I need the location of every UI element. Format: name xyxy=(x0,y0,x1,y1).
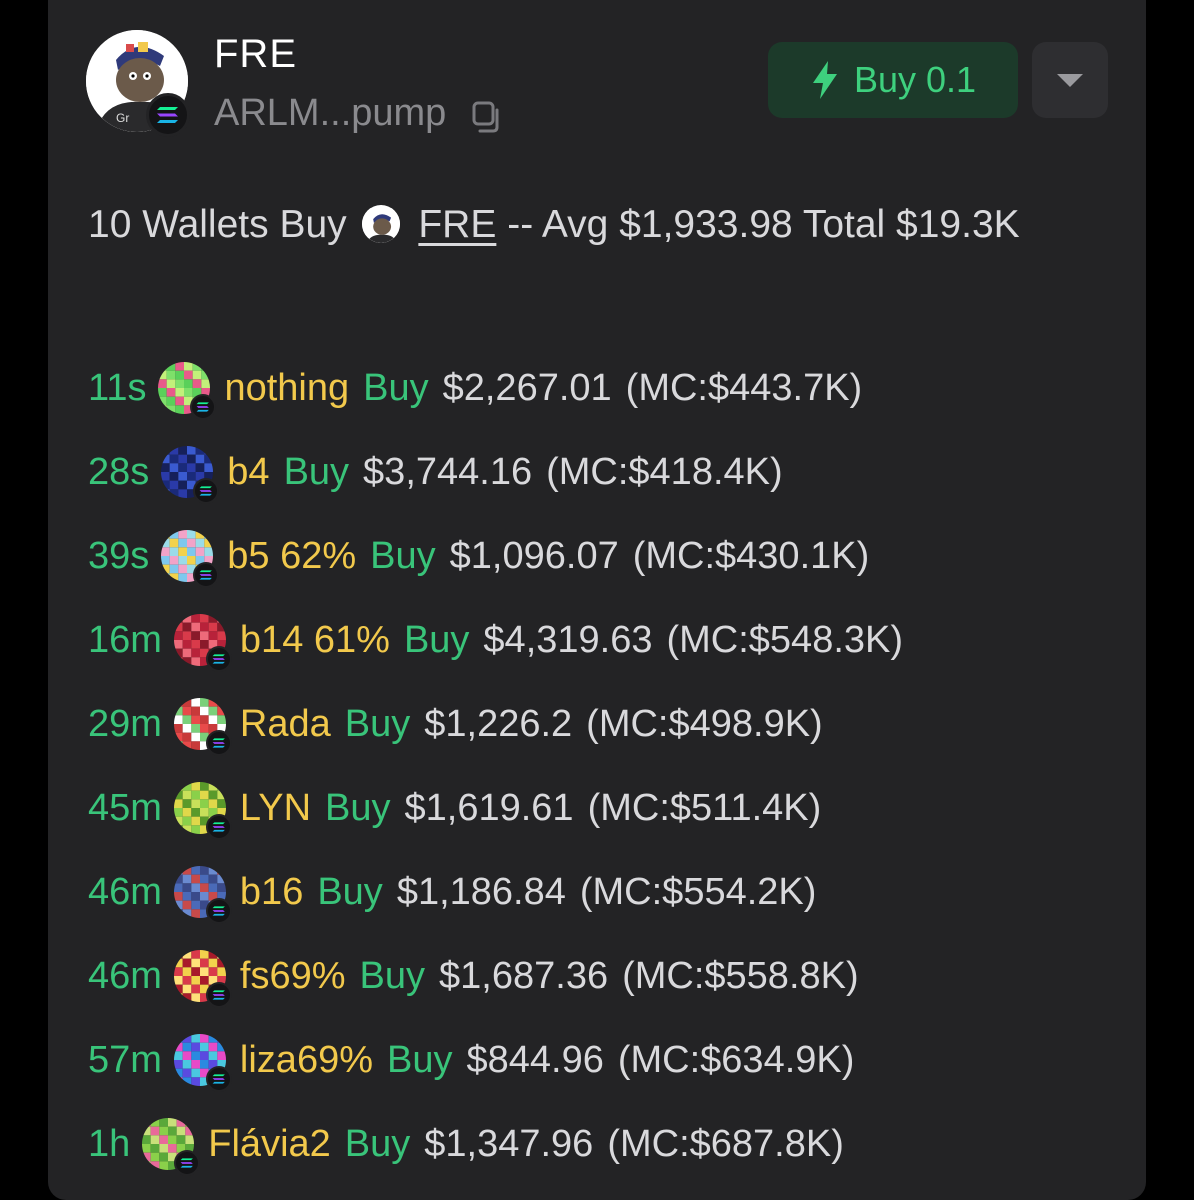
wallet-avatar[interactable] xyxy=(173,1034,232,1092)
trade-time: 29m xyxy=(88,702,162,745)
trade-amount: $4,319.63 xyxy=(483,618,653,661)
solana-icon xyxy=(146,93,190,137)
trade-row[interactable]: 45m LYN Buy $1,619.61 (MC:$511.4K) xyxy=(88,766,903,850)
solana-icon xyxy=(205,814,232,840)
trade-action: Buy xyxy=(325,786,391,829)
trade-row[interactable]: 16m b14 61% Buy $4,319.63 (MC:$548.3K) xyxy=(88,598,903,682)
token-link[interactable]: FRE xyxy=(418,203,496,246)
svg-text:Gr: Gr xyxy=(116,111,129,125)
wallet-avatar[interactable] xyxy=(142,1118,201,1176)
wallet-avatar[interactable] xyxy=(161,530,220,588)
trade-alert-card: Gr FRE ARLM...pump Buy 0.1 10 Wallets Bu… xyxy=(48,0,1146,1200)
wallet-avatar[interactable] xyxy=(173,614,232,672)
trade-amount: $3,744.16 xyxy=(363,450,533,493)
lightning-icon xyxy=(812,61,837,99)
wallet-name[interactable]: Rada xyxy=(240,703,331,746)
trade-action: Buy xyxy=(283,450,350,493)
market-cap: (MC:$554.2K) xyxy=(579,870,817,913)
wallet-name[interactable]: LYN xyxy=(240,787,311,830)
market-cap: (MC:$418.4K) xyxy=(546,450,783,493)
quick-buy-button[interactable]: Buy 0.1 xyxy=(768,42,1018,118)
wallet-avatar[interactable] xyxy=(173,950,232,1008)
market-cap: (MC:$498.9K) xyxy=(586,702,823,745)
trade-row[interactable]: 39s b5 62% Buy $1,096.07 (MC:$430.1K) xyxy=(88,514,903,598)
trade-row[interactable]: 46m fs69% Buy $1,687.36 (MC:$558.8K) xyxy=(88,934,903,1018)
trade-amount: $2,267.01 xyxy=(442,366,612,409)
token-mini-avatar-icon xyxy=(361,205,400,243)
buy-options-dropdown[interactable] xyxy=(1032,42,1108,118)
solana-icon xyxy=(205,730,232,756)
solana-icon xyxy=(205,982,232,1008)
market-cap: (MC:$634.9K) xyxy=(617,1038,855,1081)
trade-amount: $1,347.96 xyxy=(424,1122,594,1165)
trade-amount: $844.96 xyxy=(466,1038,604,1081)
wallet-name[interactable]: b16 xyxy=(240,871,303,914)
trade-action: Buy xyxy=(387,1038,453,1081)
solana-icon xyxy=(205,1066,232,1092)
trade-amount: $1,687.36 xyxy=(439,954,609,997)
summary-suffix: -- Avg $1,933.98 Total $19.3K xyxy=(507,203,1020,246)
trade-time: 16m xyxy=(88,618,162,661)
solana-icon xyxy=(205,898,232,924)
solana-icon xyxy=(190,394,217,420)
wallet-name[interactable]: b4 xyxy=(227,451,269,494)
trade-action: Buy xyxy=(317,870,383,913)
wallet-name[interactable]: b5 62% xyxy=(227,535,356,578)
trade-list: 11s nothing Buy $2,267.01 (MC:$443.7K) 2… xyxy=(88,346,903,1186)
trade-amount: $1,186.84 xyxy=(396,870,566,913)
trade-time: 39s xyxy=(88,534,150,577)
trade-row[interactable]: 11s nothing Buy $2,267.01 (MC:$443.7K) xyxy=(88,346,903,430)
trade-row[interactable]: 46m b16 Buy $1,186.84 (MC:$554.2K) xyxy=(88,850,903,934)
buy-button-label: Buy 0.1 xyxy=(853,59,977,100)
trade-amount: $1,226.2 xyxy=(424,702,573,745)
trade-row[interactable]: 28s b4 Buy $3,744.16 (MC:$418.4K) xyxy=(88,430,903,514)
wallet-name[interactable]: liza69% xyxy=(240,1039,373,1082)
solana-icon xyxy=(193,478,220,504)
trade-time: 28s xyxy=(88,450,150,493)
trade-action: Buy xyxy=(403,618,470,661)
token-address: ARLM...pump xyxy=(214,92,447,134)
chevron-down-icon xyxy=(1057,74,1083,87)
wallet-name[interactable]: fs69% xyxy=(240,955,346,998)
trade-time: 1h xyxy=(88,1122,131,1165)
solana-icon xyxy=(193,562,220,588)
token-name: FRE xyxy=(214,32,297,76)
copy-icon[interactable] xyxy=(470,100,504,134)
market-cap: (MC:$687.8K) xyxy=(607,1122,844,1165)
wallet-name[interactable]: nothing xyxy=(224,367,349,410)
wallet-name[interactable]: b14 61% xyxy=(240,619,390,662)
wallet-avatar[interactable] xyxy=(161,446,220,504)
trade-time: 11s xyxy=(88,366,147,409)
summary-prefix: 10 Wallets Buy xyxy=(88,203,347,246)
trade-amount: $1,619.61 xyxy=(404,786,574,829)
trade-time: 45m xyxy=(88,786,162,829)
buy-summary: 10 Wallets Buy FRE -- Avg $1,933.98 Tota… xyxy=(88,196,1098,254)
token-header: Gr FRE ARLM...pump Buy 0.1 xyxy=(86,30,1116,140)
trade-action: Buy xyxy=(359,954,426,997)
solana-icon xyxy=(205,646,232,672)
wallet-avatar[interactable] xyxy=(173,698,232,756)
trade-action: Buy xyxy=(370,534,436,577)
trade-time: 46m xyxy=(88,954,162,997)
solana-icon xyxy=(174,1150,201,1176)
market-cap: (MC:$443.7K) xyxy=(625,366,863,409)
trade-row[interactable]: 57m liza69% Buy $844.96 (MC:$634.9K) xyxy=(88,1018,903,1102)
market-cap: (MC:$558.8K) xyxy=(622,954,859,997)
market-cap: (MC:$511.4K) xyxy=(587,786,822,829)
trade-action: Buy xyxy=(344,1122,411,1165)
wallet-avatar[interactable] xyxy=(173,866,232,924)
trade-row[interactable]: 29m Rada Buy $1,226.2 (MC:$498.9K) xyxy=(88,682,903,766)
trade-row[interactable]: 1h Flávia2 Buy $1,347.96 (MC:$687.8K) xyxy=(88,1102,903,1186)
market-cap: (MC:$430.1K) xyxy=(632,534,870,577)
market-cap: (MC:$548.3K) xyxy=(666,618,904,661)
trade-time: 46m xyxy=(88,870,162,913)
trade-action: Buy xyxy=(363,366,429,409)
trade-time: 57m xyxy=(88,1038,162,1081)
wallet-avatar[interactable] xyxy=(173,782,232,840)
trade-action: Buy xyxy=(344,702,411,745)
trade-amount: $1,096.07 xyxy=(449,534,619,577)
wallet-avatar[interactable] xyxy=(158,362,217,420)
wallet-name[interactable]: Flávia2 xyxy=(208,1123,331,1166)
